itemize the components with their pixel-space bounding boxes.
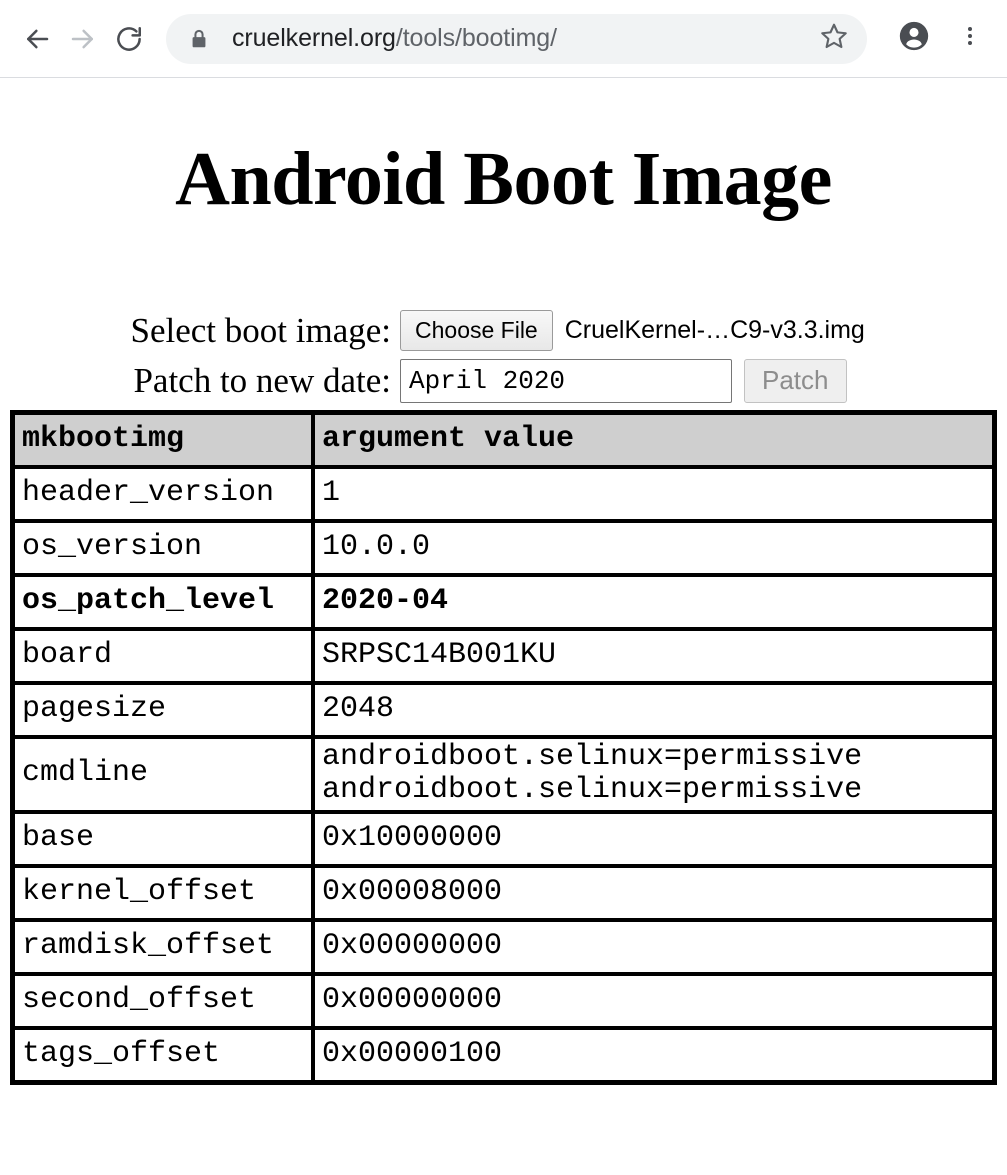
url-text: cruelkernel.org/tools/bootimg/: [232, 24, 811, 53]
table-row: kernel_offset 0x00008000: [13, 865, 994, 920]
forward-arrow-icon: [68, 24, 98, 54]
file-select-row: Select boot image: Choose File CruelKern…: [0, 308, 1007, 354]
boot-image-form: Select boot image: Choose File CruelKern…: [0, 308, 1007, 404]
patch-date-input[interactable]: [400, 358, 732, 403]
table-row: tags_offset 0x00000100: [13, 1027, 994, 1082]
table-cell-key: os_version: [13, 520, 313, 575]
table-cell-value: SRPSC14B001KU: [313, 628, 994, 683]
table-head: mkbootimg argument value: [13, 412, 994, 467]
table-cell-key: pagesize: [13, 682, 313, 737]
table-cell-value: 2048: [313, 682, 994, 737]
table-body: header_version 1 os_version 10.0.0 os_patch_…: [13, 466, 994, 1082]
star-icon: [819, 21, 849, 56]
url-path: /tools/bootimg/: [395, 24, 557, 52]
table-row: cmdline androidboot.selinux=permissive an…: [13, 736, 994, 812]
header-mkbootimg: mkbootimg: [13, 412, 313, 467]
table-row: ramdisk_offset 0x00000000: [13, 919, 994, 974]
table-cell-key: second_offset: [13, 973, 313, 1028]
table-cell-key: ramdisk_offset: [13, 919, 313, 974]
selected-file-name: CruelKernel-…C9-v3.3.img: [564, 316, 865, 345]
table-cell-key: board: [13, 628, 313, 683]
table-row: board SRPSC14B001KU: [13, 628, 994, 683]
bootimg-table: mkbootimg argument value header_version 1…: [10, 409, 997, 1085]
profile-button[interactable]: [891, 16, 937, 62]
lock-icon: [188, 27, 210, 51]
table-cell-key: header_version: [13, 466, 313, 521]
file-select-label: Select boot image:: [130, 310, 391, 350]
header-argument-value: argument value: [313, 412, 994, 467]
choose-file-button[interactable]: Choose File: [400, 310, 553, 351]
url-domain: cruelkernel.org: [232, 24, 396, 52]
table-cell-key: kernel_offset: [13, 865, 313, 920]
table-cell-value: 1: [313, 466, 994, 521]
table-row: base 0x10000000: [13, 811, 994, 866]
back-arrow-icon: [22, 24, 52, 54]
table-row: second_offset 0x00000000: [13, 973, 994, 1028]
table-cell-value: 0x00000100: [313, 1027, 994, 1082]
table-cell-key: base: [13, 811, 313, 866]
table-row: header_version 1: [13, 466, 994, 521]
browser-menu-button[interactable]: [947, 16, 993, 62]
reload-icon: [114, 24, 144, 54]
table-cell-value: 0x00000000: [313, 973, 994, 1028]
table-cell-value: 0x00000000: [313, 919, 994, 974]
page-title: Android Boot Image: [175, 137, 832, 221]
table-row: pagesize 2048: [13, 682, 994, 737]
kebab-menu-icon: [958, 21, 982, 56]
bootimg-table-wrapper: mkbootimg argument value header_version 1…: [0, 409, 1007, 1085]
table-row: os_patch_level 2020-04: [13, 574, 994, 629]
browser-toolbar: cruelkernel.org/tools/bootimg/: [0, 0, 1007, 78]
table-cell-value: 0x10000000: [313, 811, 994, 866]
patch-date-row: Patch to new date: Patch: [0, 358, 1007, 404]
table-cell-value: 10.0.0: [313, 520, 994, 575]
forward-button[interactable]: [60, 16, 106, 62]
patch-button[interactable]: Patch: [744, 358, 847, 403]
profile-avatar-icon: [897, 19, 931, 58]
page-content: Android Boot Image Select boot image: Ch…: [0, 137, 1007, 1085]
bookmark-button[interactable]: [811, 16, 857, 62]
table-cell-value: androidboot.selinux=permissive androidbo…: [313, 736, 994, 812]
table-cell-value: 2020-04: [313, 574, 994, 629]
patch-date-label: Patch to new date:: [133, 360, 391, 400]
table-row: os_version 10.0.0: [13, 520, 994, 575]
address-bar[interactable]: cruelkernel.org/tools/bootimg/: [166, 13, 867, 64]
table-cell-value: 0x00008000: [313, 865, 994, 920]
back-button[interactable]: [14, 16, 60, 62]
table-cell-key: cmdline: [13, 736, 313, 812]
table-cell-key: os_patch_level: [13, 574, 313, 629]
table-cell-key: tags_offset: [13, 1027, 313, 1082]
table-header-row: mkbootimg argument value: [13, 412, 994, 467]
reload-button[interactable]: [106, 16, 152, 62]
